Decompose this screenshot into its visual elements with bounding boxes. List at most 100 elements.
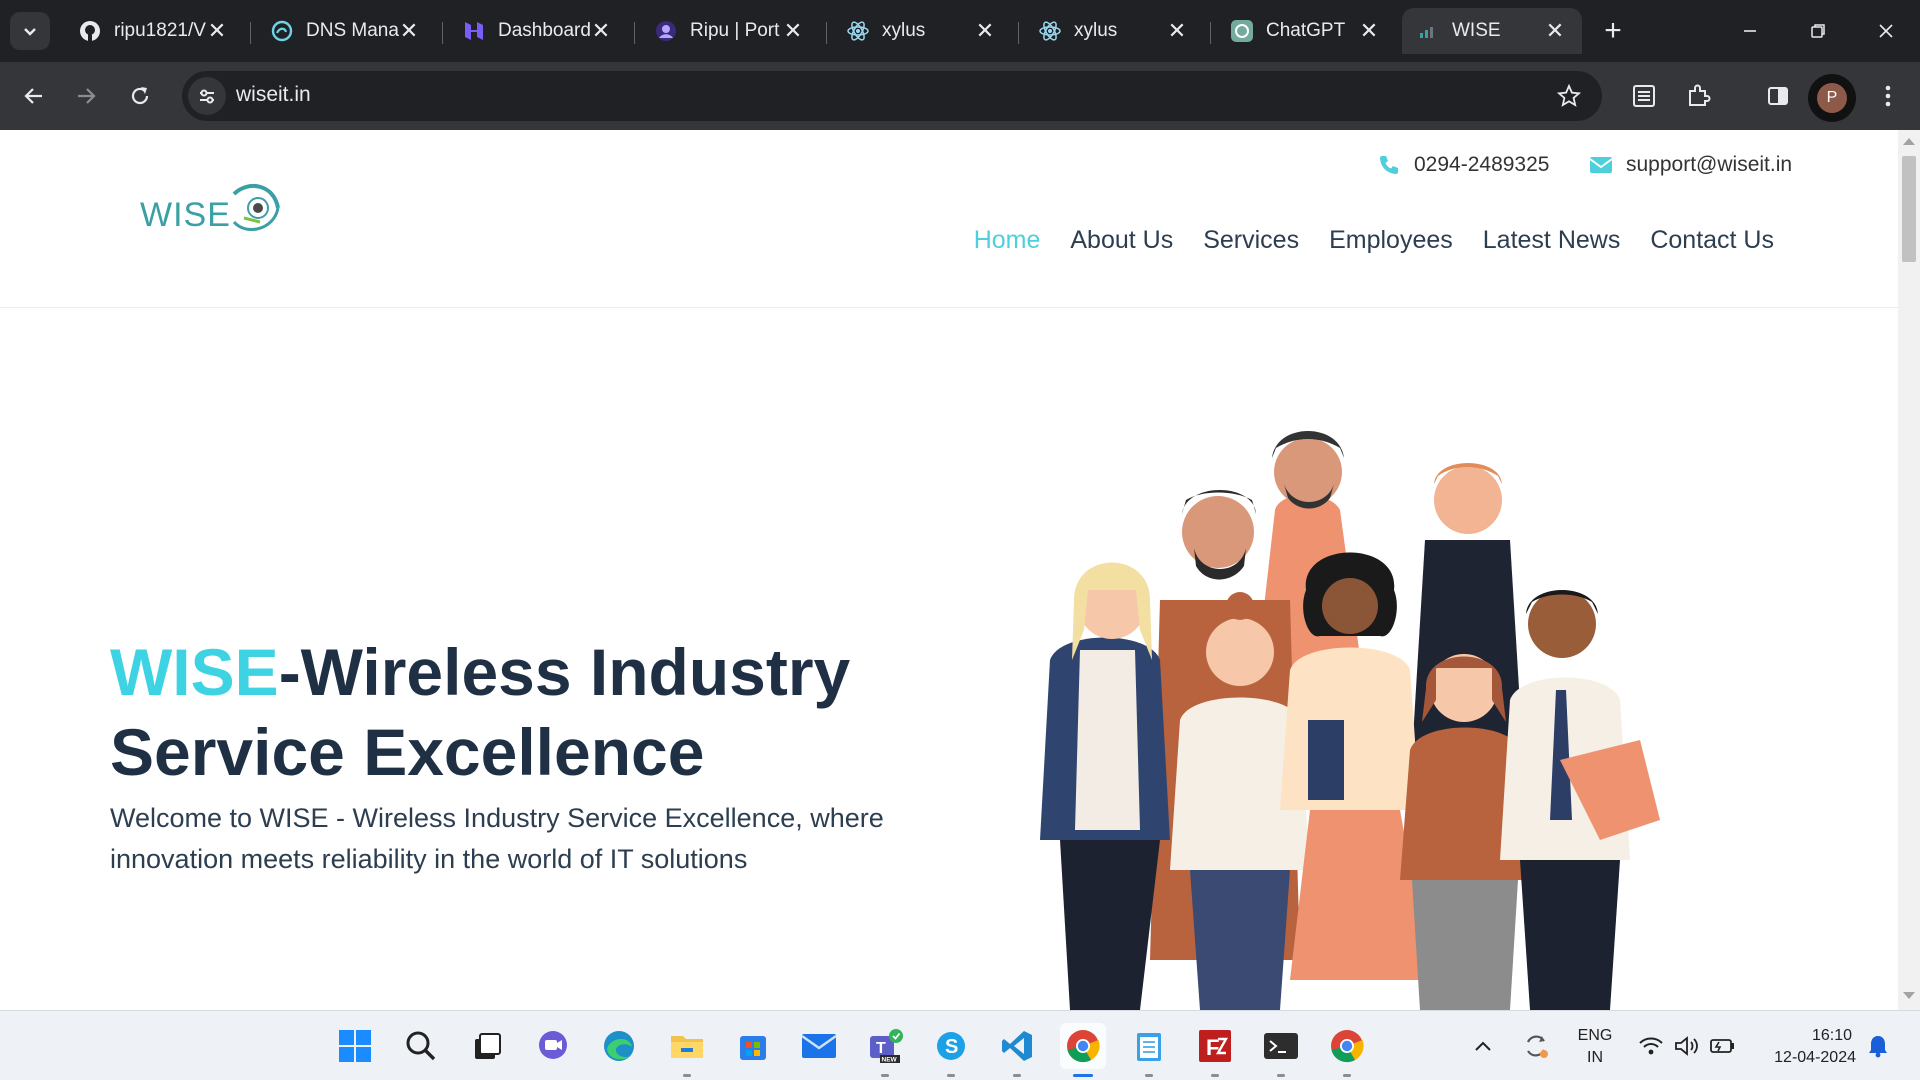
url-text[interactable]: wiseit.in <box>236 83 311 107</box>
tab-separator <box>1018 22 1019 44</box>
react-icon <box>846 19 870 43</box>
back-button[interactable] <box>14 76 54 116</box>
profile-avatar[interactable]: P <box>1808 74 1856 122</box>
close-icon[interactable]: ✕ <box>1164 18 1190 44</box>
scroll-down-arrow-icon[interactable] <box>1903 992 1915 999</box>
nav-employees[interactable]: Employees <box>1329 226 1453 255</box>
chrome-alt-icon[interactable] <box>1324 1023 1370 1077</box>
restore-button[interactable] <box>1784 0 1852 62</box>
close-icon[interactable]: ✕ <box>204 18 230 44</box>
menu-kebab-icon[interactable] <box>1868 76 1908 116</box>
filezilla-icon[interactable]: F <box>1192 1023 1238 1077</box>
minimize-button[interactable] <box>1716 0 1784 62</box>
running-indicator <box>881 1074 889 1077</box>
tab-separator <box>250 22 251 44</box>
site-logo[interactable]: WISE <box>140 182 280 238</box>
running-indicator <box>1013 1074 1021 1077</box>
tab-separator <box>1210 22 1211 44</box>
close-window-button[interactable] <box>1852 0 1920 62</box>
tab-xylus-1[interactable]: xylus ✕ <box>832 8 1012 54</box>
close-icon[interactable]: ✕ <box>1542 18 1568 44</box>
nav-contact-us[interactable]: Contact Us <box>1650 226 1774 255</box>
nav-services[interactable]: Services <box>1203 226 1299 255</box>
forward-arrow-icon <box>78 88 96 104</box>
scroll-thumb[interactable] <box>1902 156 1916 262</box>
mail-icon[interactable] <box>796 1023 842 1069</box>
site-info-icon[interactable] <box>188 77 226 115</box>
new-tab-button[interactable]: + <box>1596 14 1630 48</box>
svg-text:F: F <box>1206 1035 1219 1060</box>
clock[interactable]: 16:10 12-04-2024 <box>1756 1025 1856 1069</box>
show-hidden-icons-chevron-icon[interactable] <box>1468 1023 1498 1069</box>
address-bar[interactable]: wiseit.in <box>182 71 1602 121</box>
reload-icon <box>131 87 149 105</box>
chevron-down-icon <box>24 28 36 36</box>
nav-latest-news[interactable]: Latest News <box>1483 226 1621 255</box>
team-illustration <box>1040 431 1660 1010</box>
svg-text:S: S <box>945 1036 958 1058</box>
battery-icon[interactable] <box>1708 1023 1738 1069</box>
portfolio-icon <box>654 19 678 43</box>
github-icon <box>78 19 102 43</box>
hero-title-accent: WISE <box>110 635 279 709</box>
edge-icon[interactable] <box>596 1023 642 1069</box>
nav-home[interactable]: Home <box>974 226 1041 255</box>
email-address: support@wiseit.in <box>1626 153 1793 176</box>
bookmark-star-icon[interactable] <box>1554 81 1584 111</box>
tab-chatgpt[interactable]: ChatGPT ✕ <box>1216 8 1396 54</box>
page-scrollbar[interactable] <box>1898 130 1920 1010</box>
close-icon[interactable]: ✕ <box>588 18 614 44</box>
forward-button[interactable] <box>66 76 106 116</box>
teams-icon[interactable]: T NEW <box>862 1023 908 1077</box>
reading-list-icon[interactable] <box>1624 76 1664 116</box>
windows-start-icon[interactable] <box>332 1023 378 1069</box>
vscode-icon[interactable] <box>994 1023 1040 1077</box>
skype-icon[interactable]: S <box>928 1023 974 1077</box>
tab-separator <box>826 22 827 44</box>
chrome-icon[interactable] <box>1060 1023 1106 1077</box>
running-indicator <box>947 1074 955 1077</box>
tab-dns[interactable]: DNS Mana ✕ <box>256 8 436 54</box>
hero-subtitle: Welcome to WISE - Wireless Industry Serv… <box>110 803 884 874</box>
react-icon <box>1038 19 1062 43</box>
close-icon[interactable]: ✕ <box>972 18 998 44</box>
volume-icon[interactable] <box>1672 1023 1702 1069</box>
terminal-icon[interactable] <box>1258 1023 1304 1077</box>
notepad-icon[interactable] <box>1126 1023 1172 1077</box>
running-indicator <box>1343 1074 1351 1077</box>
person-front-right <box>1500 590 1660 1010</box>
tab-dashboard[interactable]: Dashboard ✕ <box>448 8 628 54</box>
svg-text:NEW: NEW <box>882 1057 898 1064</box>
file-explorer-icon[interactable] <box>664 1023 710 1077</box>
active-indicator <box>1073 1074 1093 1077</box>
side-panel-icon[interactable] <box>1758 76 1798 116</box>
tab-wise[interactable]: WISE ✕ <box>1402 8 1582 54</box>
notification-bell-icon[interactable] <box>1862 1023 1894 1069</box>
phone-icon <box>1376 152 1402 178</box>
nav-about-us[interactable]: About Us <box>1070 226 1173 255</box>
store-icon[interactable] <box>730 1023 776 1069</box>
chat-icon[interactable] <box>530 1023 576 1069</box>
close-icon[interactable]: ✕ <box>1356 18 1382 44</box>
tab-portfolio[interactable]: Ripu | Port ✕ <box>640 8 820 54</box>
search-icon[interactable] <box>398 1023 444 1069</box>
task-view-icon[interactable] <box>464 1023 510 1069</box>
tab-xylus-2[interactable]: xylus ✕ <box>1024 8 1204 54</box>
tab-github[interactable]: ripu1821/V ✕ <box>64 8 244 54</box>
close-icon <box>1879 24 1893 38</box>
sync-icon[interactable] <box>1518 1023 1554 1069</box>
tab-search-button[interactable] <box>10 12 50 50</box>
close-icon[interactable]: ✕ <box>396 18 422 44</box>
running-indicator <box>683 1074 691 1077</box>
reload-button[interactable] <box>120 76 160 116</box>
email-contact[interactable]: support@wiseit.in <box>1588 152 1792 178</box>
extensions-icon[interactable] <box>1678 76 1718 116</box>
restore-icon <box>1811 24 1825 38</box>
phone-contact[interactable]: 0294-2489325 <box>1376 152 1549 178</box>
close-icon[interactable]: ✕ <box>780 18 806 44</box>
main-nav: Home About Us Services Employees Latest … <box>974 226 1774 255</box>
profile-initial: P <box>1817 83 1847 113</box>
scroll-up-arrow-icon[interactable] <box>1903 138 1915 145</box>
wifi-icon[interactable] <box>1636 1023 1666 1069</box>
language-indicator[interactable]: ENG IN <box>1572 1025 1618 1069</box>
